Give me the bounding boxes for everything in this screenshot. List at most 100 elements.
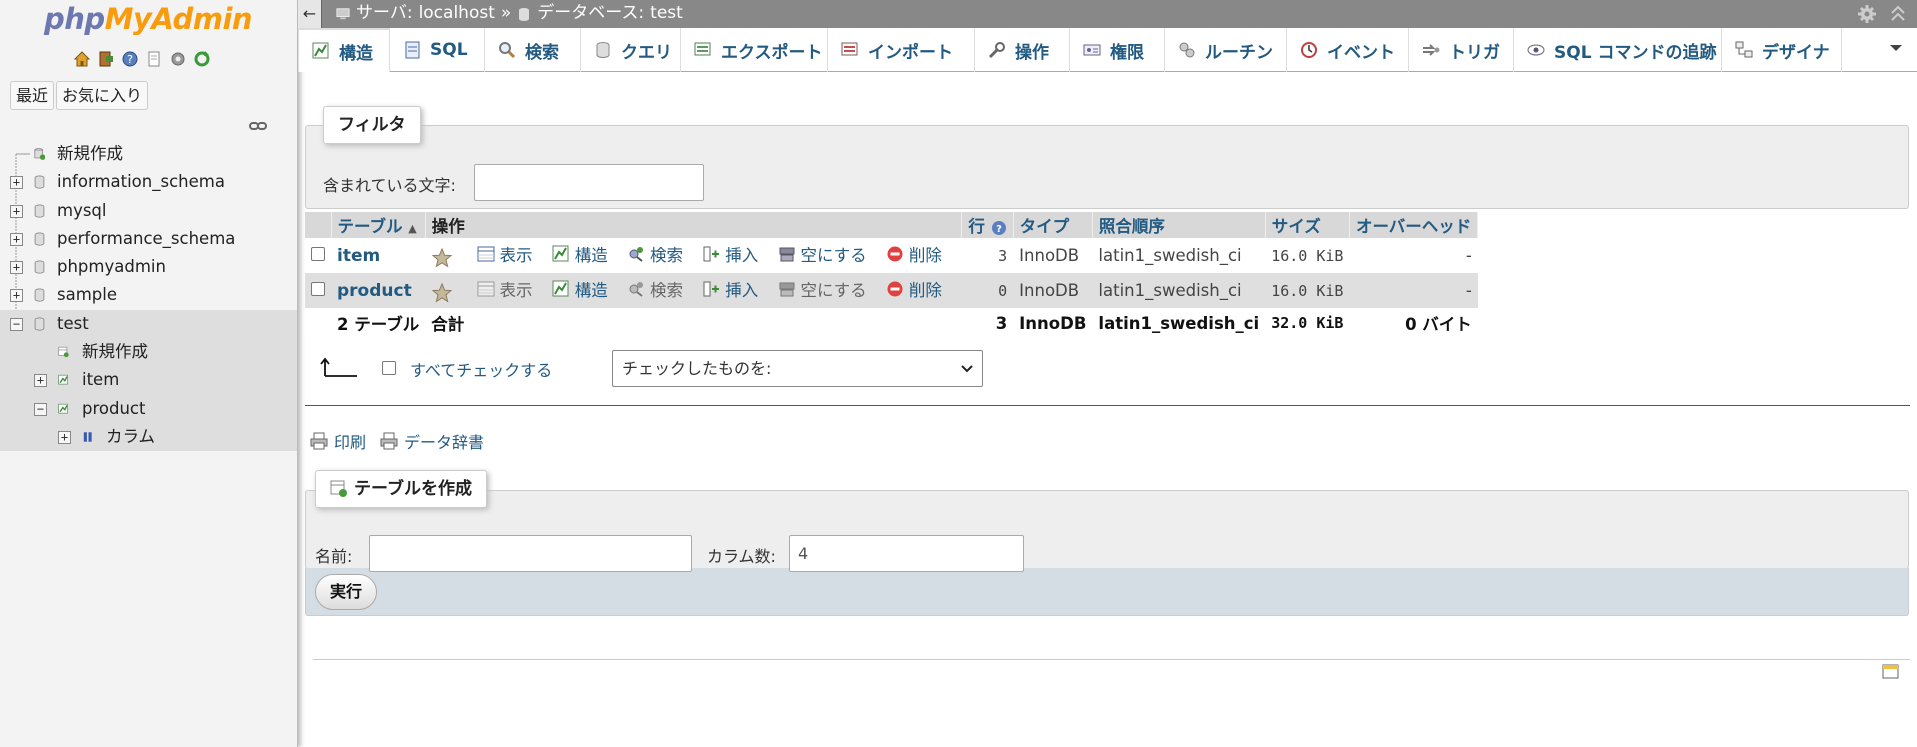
favorite-star-icon[interactable]	[431, 282, 453, 304]
total-rows: 3	[961, 308, 1014, 338]
more-tabs-chevron-icon[interactable]	[1888, 42, 1904, 54]
tab-query[interactable]: クエリ	[581, 28, 681, 72]
tree-item-information-schema[interactable]: + information_schema	[0, 168, 297, 196]
collapse-icon[interactable]: −	[34, 402, 47, 416]
database-tree: 新規作成 + information_schema + mysql + perf…	[0, 140, 297, 452]
drop-action[interactable]: 削除	[886, 277, 942, 301]
expand-icon[interactable]: +	[10, 261, 23, 275]
table-name-link[interactable]: item	[337, 246, 380, 266]
expand-icon[interactable]: +	[34, 374, 47, 388]
collapse-nav-button[interactable]: ←	[298, 0, 322, 28]
tab-events[interactable]: イベント	[1287, 28, 1409, 72]
console-icon[interactable]	[1882, 664, 1900, 680]
printer-icon	[380, 432, 398, 450]
favorite-star-icon[interactable]	[431, 247, 453, 269]
tab-privileges[interactable]: 権限	[1070, 28, 1165, 72]
size-cell[interactable]: 16.0 KiB	[1265, 238, 1350, 273]
check-all-link[interactable]: すべてチェックする	[410, 357, 552, 381]
privileges-icon	[1083, 44, 1101, 56]
table-header-row: テーブル ▲ 操作 行 ? タイプ 照合順序 サイズ オーバーヘッド	[305, 212, 1479, 238]
expand-icon[interactable]: +	[10, 289, 23, 303]
tab-triggers[interactable]: トリガ	[1409, 28, 1514, 72]
submit-button[interactable]: 実行	[315, 574, 378, 610]
tree-item-sample[interactable]: + sample	[0, 281, 297, 309]
overhead-header[interactable]: オーバーヘッド	[1349, 212, 1479, 238]
table-name-header[interactable]: テーブル ▲	[331, 212, 426, 238]
tree-item-mysql[interactable]: + mysql	[0, 197, 297, 225]
query-icon	[596, 42, 610, 58]
filter-input[interactable]	[474, 164, 704, 201]
tree-item-new-table[interactable]: 新規作成	[0, 338, 297, 367]
tab-tracking[interactable]: SQL コマンドの追跡	[1514, 28, 1722, 72]
with-selected-dropdown[interactable]: チェックしたものを:	[612, 350, 983, 387]
expand-icon[interactable]: +	[58, 430, 71, 444]
divider	[305, 405, 1910, 406]
tab-export[interactable]: エクスポート	[681, 28, 828, 72]
server-link[interactable]: localhost	[419, 0, 495, 27]
size-header[interactable]: サイズ	[1265, 212, 1350, 238]
tree-item-phpmyadmin[interactable]: + phpmyadmin	[0, 253, 297, 281]
browse-action[interactable]: 表示	[477, 277, 533, 301]
structure-action[interactable]: 構造	[552, 277, 608, 301]
link-with-main-panel-icon[interactable]	[249, 121, 267, 131]
columns-count-label: カラム数:	[707, 547, 776, 566]
database-link[interactable]: test	[650, 0, 683, 27]
expand-icon[interactable]: +	[10, 204, 23, 218]
data-dictionary-link[interactable]: データ辞書	[379, 429, 484, 453]
triggers-icon	[1423, 44, 1440, 56]
empty-action[interactable]: 空にする	[778, 277, 867, 301]
columns-count-input[interactable]	[789, 535, 1024, 572]
tab-import[interactable]: インポート	[828, 28, 975, 72]
logout-icon[interactable]	[96, 49, 116, 69]
check-all-checkbox[interactable]	[382, 361, 396, 375]
new-table-icon	[58, 346, 69, 358]
tab-structure[interactable]: 構造	[298, 28, 390, 72]
collation-header[interactable]: 照合順序	[1092, 212, 1266, 238]
tree-item-test[interactable]: − test	[0, 309, 297, 339]
browse-action[interactable]: 表示	[477, 242, 533, 266]
print-link[interactable]: 印刷	[309, 429, 366, 453]
reload-icon[interactable]	[192, 49, 212, 69]
row-checkbox[interactable]	[311, 282, 325, 296]
tab-routines[interactable]: ルーチン	[1165, 28, 1287, 72]
structure-action[interactable]: 構造	[552, 242, 608, 266]
size-cell[interactable]: 16.0 KiB	[1265, 273, 1350, 308]
tree-item-table-product[interactable]: − product	[0, 394, 297, 423]
table-name-input[interactable]	[369, 535, 692, 572]
collapse-up-icon[interactable]	[1889, 4, 1907, 24]
phpmyadmin-logo[interactable]: phpMyAdmin	[44, 2, 253, 36]
structure-icon	[312, 42, 329, 59]
tab-search[interactable]: 検索	[485, 28, 581, 72]
insert-action[interactable]: 挿入	[702, 242, 758, 266]
search-action[interactable]: 検索	[627, 277, 683, 301]
expand-icon[interactable]: +	[10, 232, 23, 246]
search-action[interactable]: 検索	[627, 242, 683, 266]
drop-action[interactable]: 削除	[886, 242, 942, 266]
tree-item-columns[interactable]: + カラム	[0, 422, 297, 452]
gear-icon[interactable]	[1857, 4, 1877, 24]
tab-operations[interactable]: 操作	[975, 28, 1070, 72]
documentation-icon[interactable]	[144, 49, 164, 69]
settings-icon[interactable]	[168, 49, 188, 69]
empty-action[interactable]: 空にする	[778, 242, 867, 266]
home-icon[interactable]	[72, 49, 92, 69]
rows-header[interactable]: 行 ?	[961, 212, 1014, 238]
type-header[interactable]: タイプ	[1013, 212, 1093, 238]
collapse-icon[interactable]: −	[10, 317, 23, 331]
help-icon[interactable]: ?	[120, 49, 140, 69]
favorites-tab[interactable]: お気に入り	[56, 81, 149, 110]
help-icon[interactable]: ?	[991, 220, 1007, 236]
expand-icon[interactable]: +	[10, 176, 23, 190]
tree-item-table-item[interactable]: + item	[0, 366, 297, 395]
recent-tab[interactable]: 最近	[10, 81, 55, 110]
empty-icon	[779, 247, 794, 262]
tree-item-performance-schema[interactable]: + performance_schema	[0, 225, 297, 253]
rows-cell: 0	[961, 273, 1014, 308]
tab-designer[interactable]: デザイナ	[1722, 28, 1842, 72]
tab-sql[interactable]: SQL	[390, 28, 485, 72]
search-icon	[629, 281, 643, 297]
row-checkbox[interactable]	[311, 247, 325, 261]
insert-action[interactable]: 挿入	[702, 277, 758, 301]
table-name-link[interactable]: product	[337, 281, 412, 301]
tree-item-new[interactable]: 新規作成	[0, 140, 297, 168]
